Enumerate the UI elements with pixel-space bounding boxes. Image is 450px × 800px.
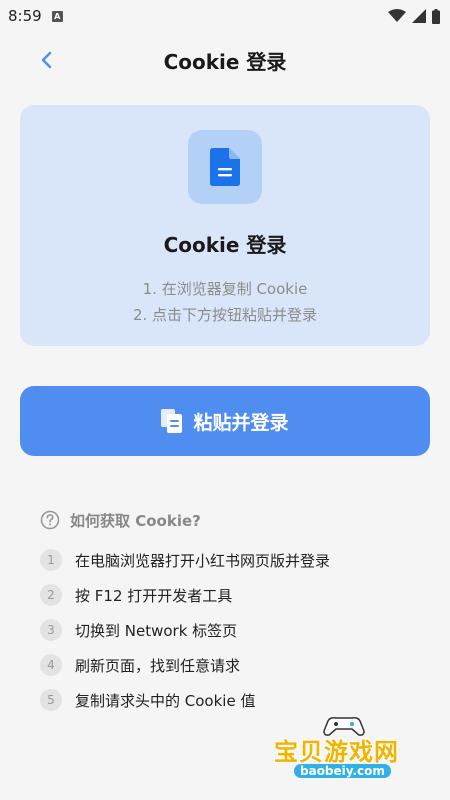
- step-text: 刷新页面，找到任意请求: [75, 656, 241, 675]
- cellular-signal-icon: [412, 9, 426, 23]
- help-title: 如何获取 Cookie?: [70, 511, 201, 530]
- watermark-logo: 宝贝游戏网 baobeiy.com: [272, 715, 422, 785]
- watermark-url: baobeiy.com: [294, 764, 391, 778]
- help-step-item: 4 刷新页面，找到任意请求: [40, 650, 420, 680]
- back-button[interactable]: [32, 46, 62, 74]
- step-text: 在电脑浏览器打开小红书网页版并登录: [75, 551, 331, 570]
- help-header: 如何获取 Cookie?: [40, 508, 201, 532]
- paste-button-label: 粘贴并登录: [193, 411, 289, 434]
- status-time: 8:59: [8, 7, 42, 25]
- step-text: 切换到 Network 标签页: [75, 621, 238, 640]
- step-number-badge: 2: [40, 584, 62, 606]
- card-step-2: 2. 点击下方按钮粘贴并登录: [132, 306, 318, 324]
- status-bar: 8:59 A: [0, 0, 450, 32]
- paste-and-login-button[interactable]: 粘贴并登录: [20, 386, 430, 456]
- step-text: 复制请求头中的 Cookie 值: [75, 691, 256, 710]
- paste-icon: [161, 409, 183, 433]
- help-step-item: 2 按 F12 打开开发者工具: [40, 580, 420, 610]
- help-step-item: 5 复制请求头中的 Cookie 值: [40, 685, 420, 715]
- document-icon: [210, 148, 240, 186]
- step-number-badge: 5: [40, 689, 62, 711]
- chevron-left-icon: [41, 51, 52, 69]
- document-icon-box: [188, 130, 262, 204]
- card-title: Cookie 登录: [163, 233, 287, 257]
- card-step-1: 1. 在浏览器复制 Cookie: [142, 280, 308, 298]
- info-card: Cookie 登录 1. 在浏览器复制 Cookie 2. 点击下方按钮粘贴并登…: [20, 105, 430, 346]
- step-number-badge: 4: [40, 654, 62, 676]
- notification-a-icon: A: [51, 10, 63, 22]
- status-left: 8:59 A: [8, 7, 63, 25]
- step-number-badge: 3: [40, 619, 62, 641]
- watermark-title: 宝贝游戏网: [274, 738, 399, 766]
- battery-icon: [432, 8, 440, 24]
- page-title: Cookie 登录: [163, 49, 287, 74]
- help-step-item: 3 切换到 Network 标签页: [40, 615, 420, 645]
- status-right: [388, 8, 440, 24]
- step-number-badge: 1: [40, 549, 62, 571]
- top-app-bar: Cookie 登录: [0, 32, 450, 88]
- help-step-item: 1 在电脑浏览器打开小红书网页版并登录: [40, 545, 420, 575]
- step-text: 按 F12 打开开发者工具: [75, 586, 233, 605]
- wifi-icon: [388, 9, 406, 22]
- help-circle-icon: [40, 510, 60, 530]
